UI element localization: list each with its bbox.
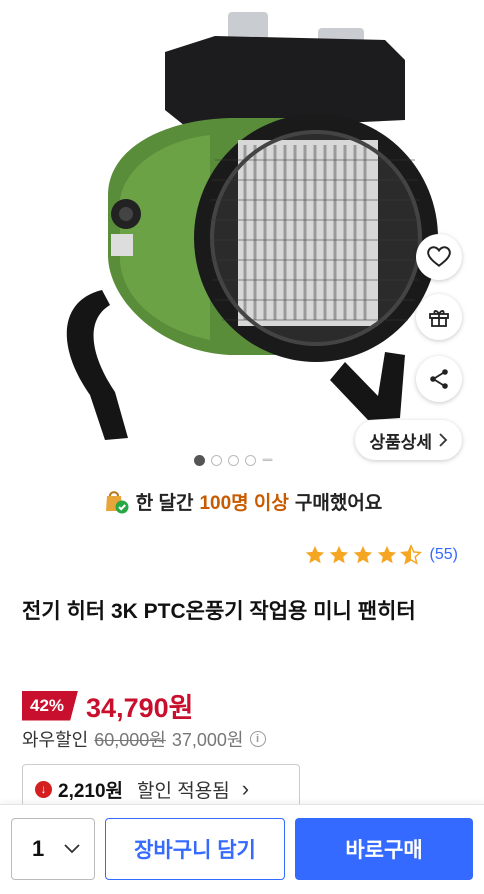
gift-icon xyxy=(429,310,449,327)
product-title: 전기 히터 3K PTC온풍기 작업용 미니 팬히터 xyxy=(22,600,416,623)
sale-price: 34,790원 xyxy=(86,693,194,723)
star-icon xyxy=(377,545,396,564)
purchase-count-banner: 한 달간 100명 이상 구매했어요 xyxy=(0,484,484,518)
product-image xyxy=(66,12,438,440)
buy-now-button[interactable]: 바로구매 xyxy=(295,818,473,880)
discount-badge: 42% xyxy=(22,690,79,721)
star-icon xyxy=(353,545,372,564)
gift-button[interactable] xyxy=(416,294,462,340)
discount-amount: 2,210원 xyxy=(58,780,124,802)
down-arrow-circle-icon: ↓ xyxy=(35,780,52,798)
chevron-right-icon xyxy=(439,433,448,447)
wow-discount-row: 와우할인 60,000원 37,000원 i xyxy=(22,726,266,752)
carousel-dot-active[interactable] xyxy=(194,455,205,466)
wishlist-button[interactable] xyxy=(416,234,462,280)
wow-discount-label: 와우할인 xyxy=(22,730,89,750)
chevron-down-icon xyxy=(64,844,80,854)
star-icon xyxy=(305,545,324,564)
share-icon xyxy=(430,369,448,389)
product-detail-button[interactable]: 상품상세 xyxy=(355,420,462,460)
star-icon xyxy=(329,545,348,564)
original-price: 60,000원 xyxy=(94,730,166,750)
add-to-cart-button[interactable]: 장바구니 담기 xyxy=(105,818,285,880)
price-row: 42% 34,790원 xyxy=(22,686,193,725)
chevron-right-icon: › xyxy=(241,776,250,801)
carousel-dot[interactable] xyxy=(228,455,239,466)
quantity-select[interactable]: 1 xyxy=(11,818,95,880)
review-count[interactable]: (55) xyxy=(430,546,458,564)
star-half-icon xyxy=(399,544,422,565)
heart-icon xyxy=(427,246,451,267)
discount-applied-label: 할인 적용됨 xyxy=(137,780,230,802)
bottom-action-bar: 1 장바구니 담기 바로구매 xyxy=(0,804,484,894)
share-button[interactable] xyxy=(416,356,462,402)
carousel-indicator: ᆖ xyxy=(194,453,274,467)
wow-price: 37,000원 xyxy=(171,730,244,750)
info-icon[interactable]: i xyxy=(249,731,266,747)
banner-prefix: 한 달간 xyxy=(135,492,194,514)
rating-summary[interactable]: (55) xyxy=(304,544,458,566)
carousel-more-indicator: ᆖ xyxy=(262,453,274,467)
carousel-dot[interactable] xyxy=(245,455,256,466)
banner-highlight: 100명 이상 xyxy=(199,492,289,514)
shopping-bag-check-icon xyxy=(105,491,129,514)
banner-suffix: 구매했어요 xyxy=(294,492,383,514)
quantity-value: 1 xyxy=(32,836,45,861)
product-image-carousel[interactable]: 상품상세 ᆖ xyxy=(0,0,484,476)
product-detail-label: 상품상세 xyxy=(369,432,432,452)
carousel-dot[interactable] xyxy=(211,455,222,466)
